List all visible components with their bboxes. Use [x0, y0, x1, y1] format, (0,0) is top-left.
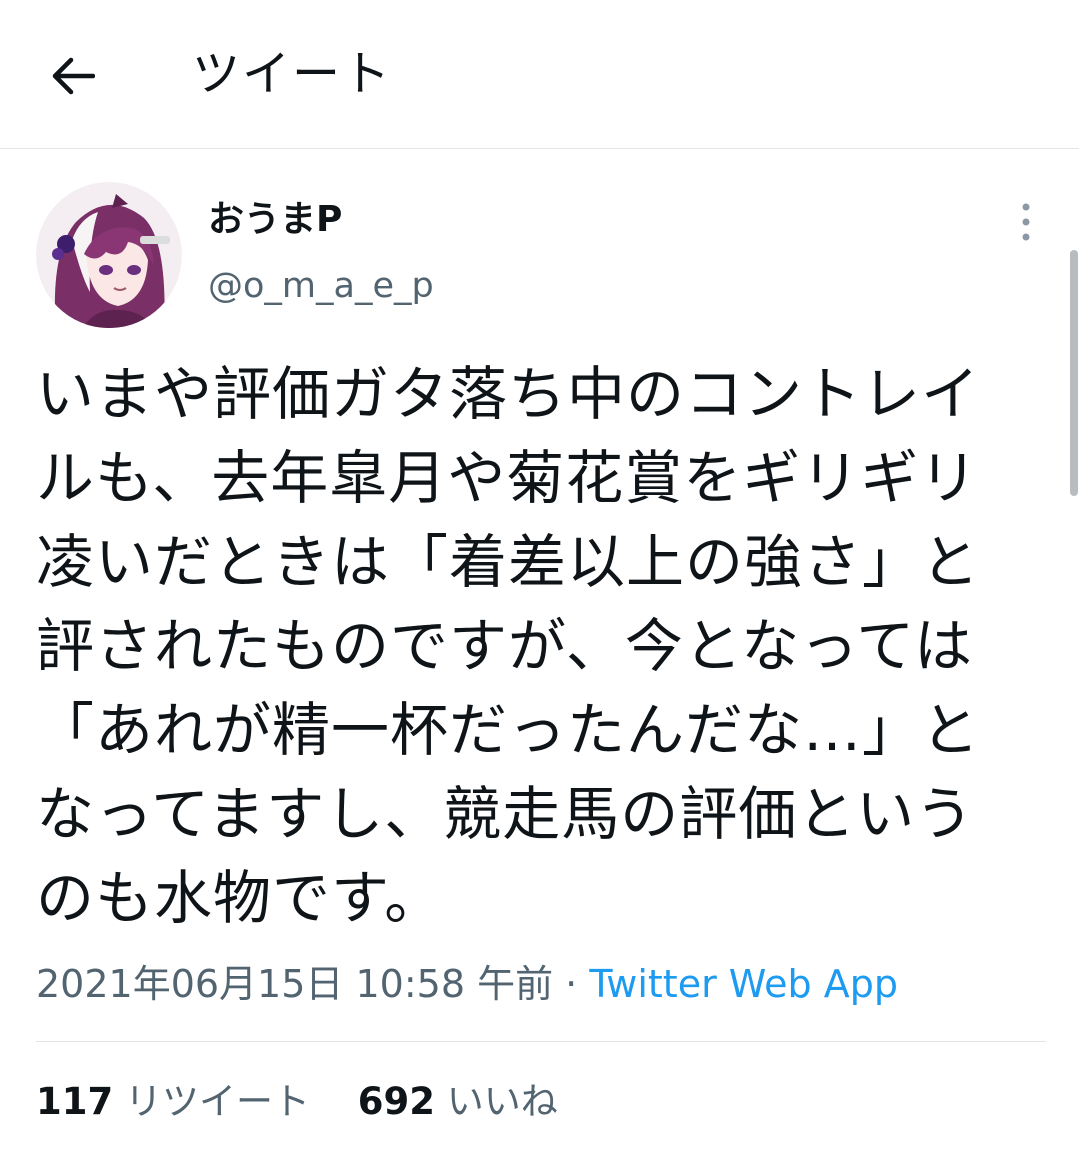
meta-separator: ·	[553, 962, 590, 1006]
more-vertical-icon	[1022, 203, 1030, 241]
tweet-text-line: いまや評価ガタ落ち中のコントレイ	[36, 360, 981, 428]
likes-label: いいね	[446, 1080, 558, 1123]
tweet-text-line: ルも、去年皐月や菊花賞をギリギリ	[36, 444, 979, 512]
tweet-metadata: 2021年06月15日 10:58 午前 · Twitter Web App	[36, 958, 898, 1010]
arrow-left-icon	[52, 57, 95, 95]
tweet-timestamp[interactable]: 2021年06月15日 10:58 午前	[36, 962, 553, 1006]
tweet-text-line: 凌いだときは「着差以上の強さ」と	[36, 528, 981, 596]
divider	[36, 1041, 1046, 1042]
page-title: ツイート	[192, 46, 393, 102]
display-name[interactable]: おうまP	[208, 196, 342, 244]
engagement-stats: 117 リツイート 692 いいね	[36, 1076, 558, 1128]
tweet-text-line: 「あれが精一杯だったんだな…」と	[36, 696, 981, 764]
back-button[interactable]	[40, 44, 104, 108]
scrollbar[interactable]	[1070, 250, 1078, 496]
user-handle[interactable]: @o_m_a_e_p	[208, 262, 434, 310]
avatar-illustration	[36, 182, 182, 328]
likes-stat[interactable]: 692 いいね	[358, 1076, 558, 1128]
tweet-text-line: のも水物です。	[36, 864, 444, 932]
tweet-source-link[interactable]: Twitter Web App	[589, 962, 898, 1006]
tweet-text: いまや評価ガタ落ち中のコントレイ ルも、去年皐月や菊花賞をギリギリ 凌いだときは…	[36, 352, 1046, 940]
tweet-text-line: 評されたものですが、今となっては	[36, 612, 974, 680]
retweets-count: 117	[36, 1080, 114, 1123]
avatar[interactable]	[36, 182, 182, 328]
likes-count: 692	[357, 1080, 435, 1123]
top-bar: ツイート	[0, 0, 1079, 149]
tweet-text-line: なってますし、競走馬の評価という	[36, 780, 975, 848]
retweets-label: リツイート	[125, 1080, 310, 1123]
retweets-stat[interactable]: 117 リツイート	[36, 1076, 310, 1128]
more-options-button[interactable]	[1006, 198, 1046, 246]
